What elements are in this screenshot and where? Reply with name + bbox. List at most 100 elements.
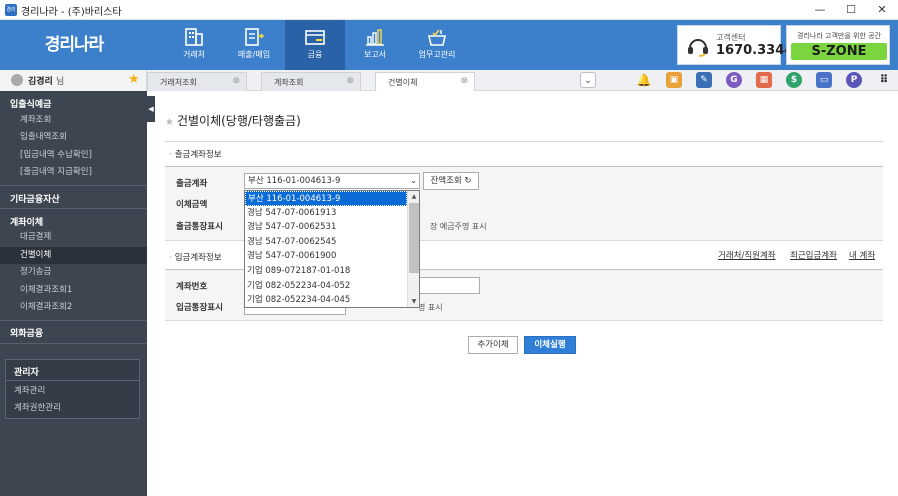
p-icon[interactable]: P — [846, 72, 862, 88]
link-client-staff-account[interactable]: 거래처/직원계좌 — [718, 249, 776, 261]
sidebar-divider — [0, 185, 147, 186]
dropdown-option[interactable]: 경남 547-07-0061913 — [245, 206, 407, 221]
szone-banner[interactable]: 경리나라 고객만을 위한 공간 S-ZONE — [786, 25, 890, 65]
chevron-down-icon: ⌄ — [410, 176, 417, 185]
favorite-star-icon[interactable]: ★ — [165, 117, 174, 128]
window-title: 경리나라 - (주)바리스타 — [21, 7, 122, 18]
bell-icon[interactable]: 🔔 — [636, 72, 652, 88]
deposit-section-heading: · 입금계좌정보 — [169, 251, 222, 263]
scrollbar-thumb[interactable] — [409, 203, 419, 273]
minimize-button[interactable]: — — [805, 0, 835, 20]
sidebar-item-transfer-result-1[interactable]: 이체결과조회1 — [0, 282, 147, 299]
admin-item-account-manage[interactable]: 계좌관리 — [14, 384, 45, 396]
dropdown-option[interactable]: 기업 082-052234-04-052 — [245, 279, 407, 294]
link-my-account[interactable]: 내 계좌 — [849, 249, 875, 261]
tab-account-lookup[interactable]: 계좌조회 ⊗ — [261, 72, 361, 91]
chat-icon[interactable]: ▭ — [816, 72, 832, 88]
scroll-down-icon[interactable]: ▼ — [408, 296, 419, 307]
nav-label: 금융 — [307, 50, 323, 59]
szone-logo: S-ZONE — [791, 43, 887, 60]
dropdown-option[interactable]: 경남 547-07-0062545 — [245, 235, 407, 250]
sidebar-section-transfer[interactable]: 계좌이체 — [0, 215, 147, 228]
contact-card-icon[interactable]: ▣ — [666, 72, 682, 88]
nav-item-tasks[interactable]: 업무고관리 — [405, 20, 469, 70]
nav-item-clients[interactable]: 거래처 — [164, 20, 224, 70]
bullet-icon: · — [169, 253, 172, 263]
close-tab-icon[interactable]: ⊗ — [460, 76, 468, 86]
sidebar-item-regular-transfer[interactable]: 정기송금 — [0, 264, 147, 281]
sidebar-divider — [0, 208, 147, 209]
favorite-star-icon[interactable]: ★ — [128, 72, 140, 87]
nav-item-finance[interactable]: 금융 — [285, 20, 345, 70]
admin-item-account-permission[interactable]: 계좌권한관리 — [14, 401, 61, 413]
close-tab-icon[interactable]: ⊗ — [346, 76, 354, 86]
admin-box: 관리자 계좌관리 계좌권한관리 — [5, 359, 140, 419]
deposit-account-input[interactable] — [418, 277, 480, 294]
sidebar-item-account-lookup[interactable]: 계좌조회 — [0, 112, 147, 129]
account-dropdown-list[interactable]: 부산 116-01-004613-9 경남 547-07-0061913 경남 … — [244, 190, 420, 308]
dropdown-option[interactable]: 경남 547-07-0061900 — [245, 249, 407, 264]
sidebar-item-transactions[interactable]: 입출내역조회 — [0, 129, 147, 146]
withdraw-section-heading: · 출금계좌정보 — [169, 148, 222, 160]
g-icon[interactable]: G — [726, 72, 742, 88]
grid-menu-icon[interactable]: ⠿ — [876, 72, 892, 88]
balance-check-button[interactable]: 잔액조회 ↻ — [423, 172, 479, 190]
tab-label: 건별이체 — [388, 78, 418, 87]
chevron-down-icon[interactable]: ⌄ — [580, 72, 596, 88]
sidebar-item-payment[interactable]: 대금결제 — [0, 229, 147, 246]
customer-center-number: 1670.3344 — [716, 43, 794, 58]
page-title: ★ 건별이체(당행/타행출금) — [165, 112, 301, 129]
user-suffix: 님 — [55, 77, 65, 87]
close-tab-icon[interactable]: ⊗ — [232, 76, 240, 86]
window-titlebar: 경리 경리나라 - (주)바리스타 — ☐ ✕ — [0, 0, 898, 20]
sidebar-section-foreign[interactable]: 외화금융 — [0, 326, 147, 339]
withdraw-section-label: 출금계좌정보 — [174, 150, 222, 160]
sidebar-section-other-assets[interactable]: 기타금융자산 — [0, 192, 147, 205]
transfer-amount-label: 이체금액 — [176, 200, 208, 210]
sidebar-item-deposit-confirm[interactable]: [입금내역 수납확인] — [0, 147, 147, 164]
tasks-icon — [428, 29, 446, 46]
withdraw-account-select[interactable]: 부산 116-01-004613-9 ⌄ — [244, 173, 420, 189]
dropdown-option[interactable]: 부산 116-01-004613-9 — [245, 191, 407, 206]
sidebar-item-transfer-result-2[interactable]: 이체결과조회2 — [0, 299, 147, 316]
building-icon — [185, 28, 203, 46]
sidebar-item-single-transfer[interactable]: 건별이체 — [0, 247, 147, 264]
dropdown-option[interactable]: 기업 082-052234-04-045 — [245, 293, 407, 307]
sidebar: 입출식예금 계좌조회 입출내역조회 [입금내역 수납확인] [출금내역 지급확인… — [0, 91, 147, 496]
dropdown-scrollbar[interactable]: ▲ ▼ — [407, 191, 419, 307]
nav-item-reports[interactable]: 보고서 — [345, 20, 405, 70]
sidebar-item-withdraw-confirm[interactable]: [출금내역 지급확인] — [0, 164, 147, 181]
avatar — [11, 74, 23, 86]
dollar-icon[interactable]: $ — [786, 72, 802, 88]
dropdown-option[interactable]: 경남 547-07-0062531 — [245, 220, 407, 235]
app-logo[interactable]: 경리나라 — [14, 33, 134, 57]
customer-center-box[interactable]: 고객센터 1670.3344 — [677, 25, 793, 65]
nav-item-sales-purchase[interactable]: 매출/매입 — [224, 20, 284, 70]
balance-check-label: 잔액조회 — [430, 176, 462, 186]
execute-transfer-button[interactable]: 이체실행 — [524, 336, 576, 354]
card-icon — [305, 30, 325, 45]
app-header: 경리나라 거래처 매출/매입 금융 보고서 업무고관리 고객센터 1670.33… — [0, 20, 898, 70]
sidebar-collapse-button[interactable]: ◀ — [147, 96, 155, 122]
bullet-icon: · — [169, 150, 172, 160]
close-button[interactable]: ✕ — [867, 0, 897, 20]
deposit-account-label: 계좌번호 — [176, 282, 208, 292]
selected-account-value: 부산 116-01-004613-9 — [248, 176, 341, 186]
edit-icon[interactable]: ✎ — [696, 72, 712, 88]
tab-label: 계좌조회 — [274, 78, 304, 87]
nav-label: 업무고관리 — [418, 50, 456, 59]
nav-label: 거래처 — [182, 50, 206, 59]
nav-label: 보고서 — [363, 50, 387, 59]
scroll-up-icon[interactable]: ▲ — [408, 191, 419, 202]
tab-client-lookup[interactable]: 거래처조회 ⊗ — [147, 72, 247, 91]
dropdown-option[interactable]: 기업 089-072187-01-018 — [245, 264, 407, 279]
link-recent-deposit-account[interactable]: 최근입금계좌 — [790, 249, 837, 261]
tab-single-transfer[interactable]: 건별이체 ⊗ — [375, 72, 475, 91]
add-transfer-button[interactable]: 추가이체 — [468, 336, 518, 354]
tab-label: 거래처조회 — [160, 78, 197, 87]
maximize-button[interactable]: ☐ — [836, 0, 866, 20]
sidebar-section-deposits[interactable]: 입출식예금 — [0, 97, 147, 110]
calendar-icon[interactable]: ▦ — [756, 72, 772, 88]
sidebar-divider — [0, 320, 147, 321]
deposit-section-label: 입금계좌정보 — [174, 253, 222, 263]
